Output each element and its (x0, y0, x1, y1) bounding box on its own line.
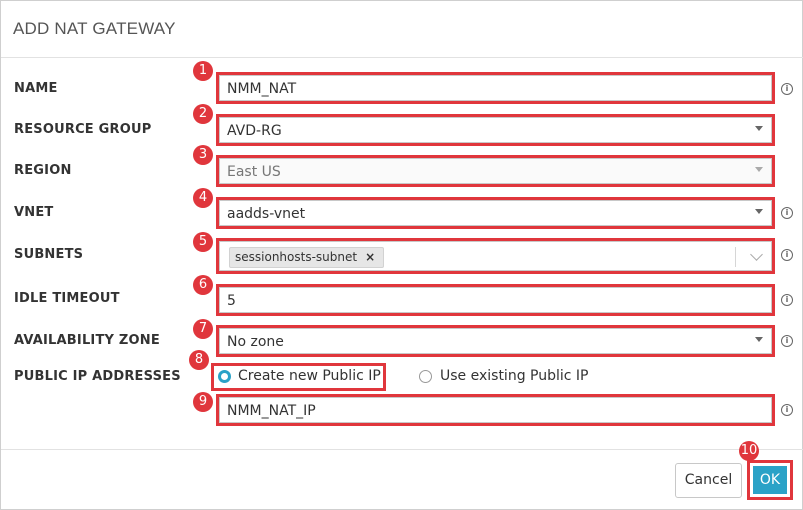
name-input-value: NMM_NAT (227, 81, 297, 97)
subnet-tag-label: sessionhosts-subnet (235, 250, 358, 264)
region-label: REGION (14, 163, 72, 178)
vnet-value: aadds-vnet (227, 206, 306, 222)
use-existing-public-ip-label[interactable]: Use existing Public IP (440, 368, 588, 384)
region-value: East US (227, 164, 281, 180)
remove-tag-icon[interactable]: × (365, 250, 375, 264)
availability-zone-info-icon[interactable]: i (781, 335, 793, 347)
dialog-footer (1, 449, 803, 450)
vnet-select[interactable]: aadds-vnet (216, 197, 775, 229)
subnets-info-icon[interactable]: i (781, 249, 793, 261)
subnet-tag: sessionhosts-subnet × (229, 247, 385, 268)
add-nat-gateway-dialog: ADD NAT GATEWAY NAME 1 NMM_NAT i RESOURC… (0, 0, 803, 510)
public-ip-name-value: NMM_NAT_IP (227, 403, 316, 419)
name-label: NAME (14, 81, 58, 96)
resource-group-label: RESOURCE GROUP (14, 122, 152, 137)
ok-button[interactable]: OK (753, 466, 787, 494)
dialog-header: ADD NAT GATEWAY (1, 1, 803, 58)
caret-down-icon (755, 209, 763, 214)
caret-down-icon (755, 337, 763, 342)
subnets-label: SUBNETS (14, 247, 84, 262)
vnet-info-icon[interactable]: i (781, 207, 793, 219)
idle-timeout-label: IDLE TIMEOUT (14, 291, 120, 306)
dialog-title: ADD NAT GATEWAY (13, 19, 176, 38)
step-badge-9: 9 (193, 392, 213, 412)
step-badge-1: 1 (193, 61, 213, 81)
create-new-public-ip-label[interactable]: Create new Public IP (238, 368, 381, 384)
idle-timeout-input[interactable]: 5 (216, 284, 775, 316)
step-badge-10: 10 (739, 441, 759, 461)
vnet-label: VNET (14, 205, 54, 220)
public-ip-name-input[interactable]: NMM_NAT_IP (216, 394, 775, 426)
region-select[interactable]: East US (216, 155, 775, 187)
step-badge-5: 5 (193, 232, 213, 252)
step-badge-8: 8 (189, 350, 209, 370)
step-badge-6: 6 (193, 275, 213, 295)
public-ip-name-info-icon[interactable]: i (781, 404, 793, 416)
caret-down-icon (755, 126, 763, 131)
cancel-button[interactable]: Cancel (675, 463, 742, 498)
resource-group-value: AVD-RG (227, 123, 282, 139)
availability-zone-label: AVAILABILITY ZONE (14, 333, 160, 348)
idle-timeout-info-icon[interactable]: i (781, 294, 793, 306)
step-badge-7: 7 (193, 319, 213, 339)
divider (735, 247, 736, 267)
ok-button-highlight: OK (747, 460, 793, 500)
caret-down-icon (755, 167, 763, 172)
use-existing-public-ip-radio[interactable] (419, 370, 432, 383)
resource-group-select[interactable]: AVD-RG (216, 114, 775, 146)
step-badge-2: 2 (193, 104, 213, 124)
availability-zone-select[interactable]: No zone (216, 325, 775, 357)
availability-zone-value: No zone (227, 334, 284, 350)
subnets-multiselect[interactable]: sessionhosts-subnet × (216, 238, 775, 274)
create-new-public-ip-radio[interactable] (218, 370, 231, 383)
name-input[interactable]: NMM_NAT (216, 72, 775, 104)
name-info-icon[interactable]: i (781, 83, 793, 95)
step-badge-3: 3 (193, 145, 213, 165)
idle-timeout-value: 5 (227, 293, 236, 309)
step-badge-4: 4 (193, 188, 213, 208)
public-ip-label: PUBLIC IP ADDRESSES (14, 369, 181, 384)
